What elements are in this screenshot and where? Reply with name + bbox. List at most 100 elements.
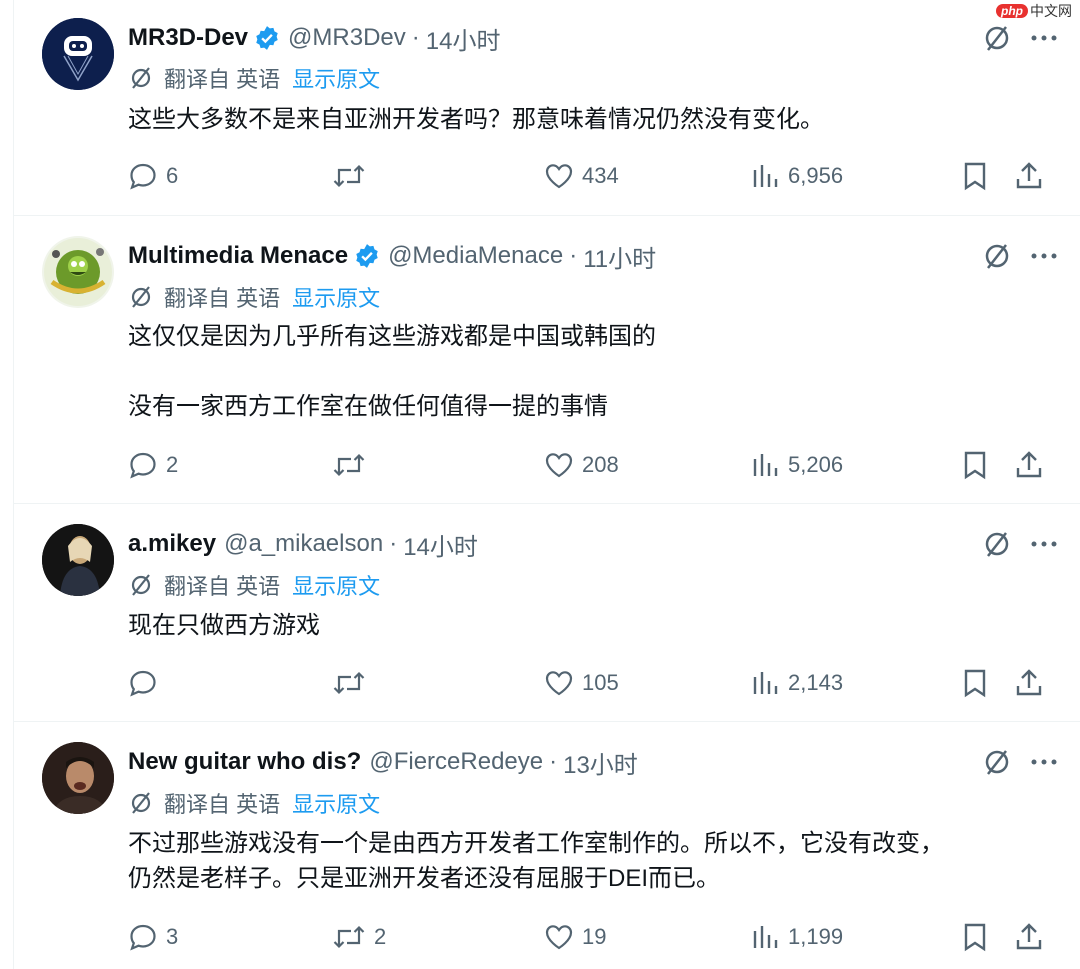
avatar[interactable] — [42, 742, 114, 814]
author-name[interactable]: a.mikey — [128, 530, 216, 558]
grok-icon[interactable] — [982, 241, 1012, 271]
like-count: 19 — [582, 924, 607, 949]
author-handle[interactable]: @FierceRedeye — [369, 748, 543, 776]
bookmark-icon — [964, 923, 986, 952]
separator-dot: · — [389, 530, 398, 557]
views-button[interactable]: 6,956 — [752, 158, 843, 194]
author-handle[interactable]: @MediaMenace — [388, 242, 563, 270]
translation-notice: 翻译自 英语 显示原文 — [128, 281, 380, 313]
show-original-link[interactable]: 显示原文 — [292, 787, 380, 819]
avatar[interactable] — [42, 524, 114, 596]
avatar[interactable] — [42, 18, 114, 90]
translate-label: 翻译自 英语 — [164, 574, 281, 599]
like-button[interactable]: 434 — [544, 158, 619, 194]
bookmark-button[interactable] — [962, 158, 996, 194]
tweet-text-line: 这仅仅是因为几乎所有这些游戏都是中国或韩国的 — [128, 323, 656, 350]
like-icon — [545, 164, 573, 189]
tweet-reply[interactable]: MR3D-Dev @MR3Dev · 14小时 翻译自 英语 显示原文 这些大多… — [14, 0, 1080, 216]
like-button[interactable]: 105 — [544, 665, 619, 701]
tweet-text: 现在只做西方游戏 — [128, 608, 320, 643]
author-handle[interactable]: @a_mikaelson — [224, 530, 383, 558]
like-icon — [545, 925, 573, 950]
reply-button[interactable]: 6 — [128, 158, 178, 194]
views-count: 2,143 — [788, 670, 844, 695]
tweet-header-actions — [982, 524, 1058, 564]
reply-button[interactable] — [128, 665, 166, 701]
tweet-reply[interactable]: New guitar who dis? @FierceRedeye · 13小时… — [14, 722, 1080, 969]
views-count: 6,956 — [788, 163, 844, 188]
reply-icon — [130, 452, 156, 479]
reply-button[interactable]: 2 — [128, 447, 178, 483]
show-original-link[interactable]: 显示原文 — [292, 569, 380, 601]
timestamp[interactable]: 13小时 — [563, 745, 638, 780]
author-name[interactable]: New guitar who dis? — [128, 748, 361, 776]
bookmark-button[interactable] — [962, 919, 996, 955]
timestamp[interactable]: 14小时 — [403, 527, 478, 562]
reply-count: 2 — [166, 452, 179, 477]
tweet-action-bar: 6 434 6,956 — [128, 158, 1080, 194]
tweet-text-line: 仍然是老样子。只是亚洲开发者还没有屈服于DEI而已。 — [128, 865, 721, 892]
retweet-button[interactable] — [332, 447, 374, 483]
tweet-text-line: 这些大多数不是来自亚洲开发者吗？那意味着情况仍然没有变化。 — [128, 106, 824, 133]
author-handle[interactable]: @MR3Dev — [288, 24, 406, 52]
show-original-link[interactable]: 显示原文 — [292, 62, 380, 94]
more-icon[interactable] — [1030, 252, 1058, 260]
bookmark-button[interactable] — [962, 665, 996, 701]
reply-icon — [130, 670, 156, 697]
grok-icon[interactable] — [982, 747, 1012, 777]
share-button[interactable] — [1014, 158, 1052, 194]
tweet-reply[interactable]: Multimedia Menace @MediaMenace · 11小时 翻译… — [14, 216, 1080, 504]
bookmark-icon — [964, 162, 986, 191]
views-button[interactable]: 1,199 — [752, 919, 843, 955]
tweet-header-actions — [982, 742, 1058, 782]
grok-icon[interactable] — [982, 23, 1012, 53]
tweet-text-blank-line — [128, 354, 656, 389]
more-icon[interactable] — [1030, 758, 1058, 766]
like-button[interactable]: 208 — [544, 447, 619, 483]
share-button[interactable] — [1014, 447, 1052, 483]
like-icon — [545, 453, 573, 478]
tweet-text-line: 现在只做西方游戏 — [128, 612, 320, 639]
retweet-button[interactable]: 2 — [332, 919, 386, 955]
separator-dot: · — [569, 242, 578, 269]
views-icon — [753, 672, 778, 694]
tweet-header: Multimedia Menace @MediaMenace · 11小时 — [128, 236, 656, 276]
timestamp[interactable]: 11小时 — [583, 239, 656, 274]
bookmark-button[interactable] — [962, 447, 996, 483]
views-button[interactable]: 2,143 — [752, 665, 843, 701]
author-name[interactable]: Multimedia Menace — [128, 242, 348, 270]
translation-notice: 翻译自 英语 显示原文 — [128, 787, 380, 819]
tweet-reply[interactable]: a.mikey @a_mikaelson · 14小时 翻译自 英语 显示原文 … — [14, 504, 1080, 722]
retweet-button[interactable] — [332, 665, 374, 701]
tweet-header: a.mikey @a_mikaelson · 14小时 — [128, 524, 478, 564]
author-name[interactable]: MR3D-Dev — [128, 24, 248, 52]
share-button[interactable] — [1014, 919, 1052, 955]
like-button[interactable]: 19 — [544, 919, 606, 955]
tweet-text: 这些大多数不是来自亚洲开发者吗？那意味着情况仍然没有变化。 — [128, 102, 824, 137]
views-button[interactable]: 5,206 — [752, 447, 843, 483]
translate-icon — [131, 286, 151, 308]
reply-icon — [130, 163, 156, 190]
separator-dot: · — [549, 748, 558, 775]
tweet-text-line: 不过那些游戏没有一个是由西方开发者工作室制作的。所以不，它没有改变， — [128, 830, 944, 857]
share-icon — [1016, 669, 1042, 696]
timestamp[interactable]: 14小时 — [426, 21, 501, 56]
tweet-action-bar: 2 208 5,206 — [128, 447, 1080, 483]
tweet-header-actions — [982, 236, 1058, 276]
reply-button[interactable]: 3 — [128, 919, 178, 955]
share-button[interactable] — [1014, 665, 1052, 701]
retweet-icon — [333, 671, 365, 695]
avatar[interactable] — [42, 236, 114, 308]
tweet-header: New guitar who dis? @FierceRedeye · 13小时 — [128, 742, 638, 782]
bookmark-icon — [964, 451, 986, 480]
show-original-link[interactable]: 显示原文 — [292, 281, 380, 313]
translate-icon — [131, 574, 151, 596]
reply-icon — [130, 924, 156, 951]
tweet-text: 这仅仅是因为几乎所有这些游戏都是中国或韩国的 没有一家西方工作室在做任何值得一提… — [128, 319, 656, 424]
more-icon[interactable] — [1030, 540, 1058, 548]
more-icon[interactable] — [1030, 34, 1058, 42]
tweet-action-bar: 3 2 19 1,199 — [128, 919, 1080, 955]
grok-icon[interactable] — [982, 529, 1012, 559]
bookmark-icon — [964, 669, 986, 698]
retweet-button[interactable] — [332, 158, 374, 194]
